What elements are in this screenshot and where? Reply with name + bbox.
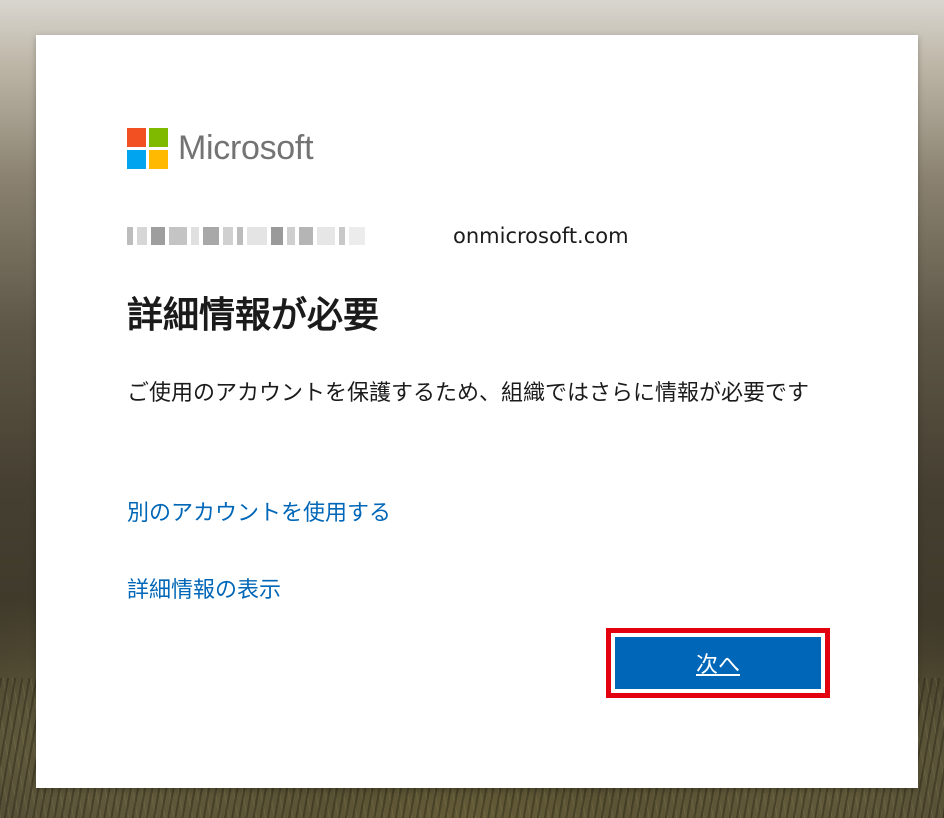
page-description: ご使用のアカウントを保護するため、組織ではさらに情報が必要です <box>127 381 810 406</box>
page-title: 詳細情報が必要 <box>127 295 380 336</box>
redacted-username <box>127 222 445 250</box>
sign-in-card: Microsoft onmicrosoft.com 詳細情報が必要 ご使用のアカ… <box>36 35 918 788</box>
account-domain: onmicrosoft.com <box>453 224 629 248</box>
highlight-box: 次へ <box>606 628 830 698</box>
brand-header: Microsoft <box>127 128 314 169</box>
microsoft-logo-icon <box>127 128 168 169</box>
use-other-account-link[interactable]: 別のアカウントを使用する <box>127 495 391 527</box>
background-landscape: Microsoft onmicrosoft.com 詳細情報が必要 ご使用のアカ… <box>0 0 944 818</box>
more-info-link[interactable]: 詳細情報の表示 <box>127 572 281 604</box>
brand-name: Microsoft <box>178 129 314 167</box>
account-identity: onmicrosoft.com <box>127 219 629 253</box>
next-button[interactable]: 次へ <box>615 637 821 689</box>
